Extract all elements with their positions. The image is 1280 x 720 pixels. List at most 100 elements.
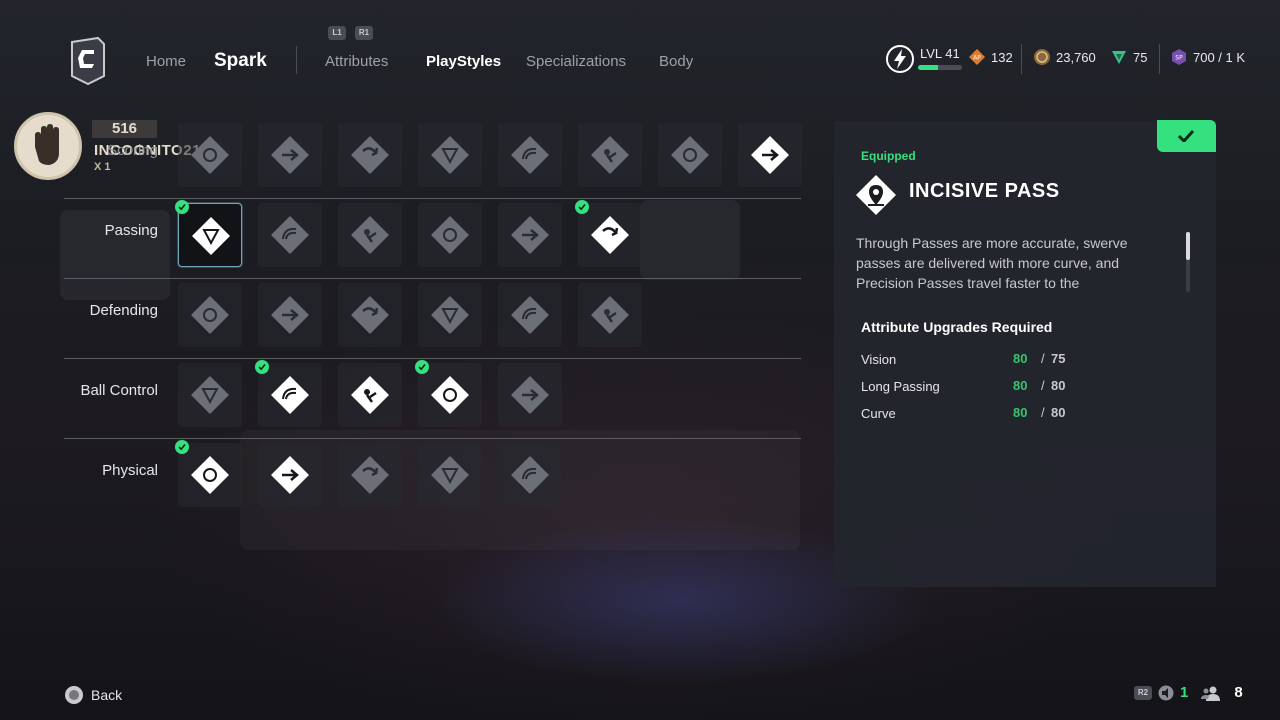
row-label: Passing [104, 222, 158, 239]
playstyle-tile[interactable] [258, 443, 322, 507]
tab-playstyles[interactable]: PlayStyles [426, 53, 501, 70]
player-multiplier: X 1 [94, 161, 111, 173]
playstyle-tile[interactable] [578, 123, 642, 187]
row-divider [64, 438, 801, 439]
row-divider [64, 278, 801, 279]
attribute-current: 80 [1013, 351, 1028, 366]
row-label: Physical [102, 462, 158, 479]
coin-icon [1034, 49, 1050, 65]
row-label: Scoring [107, 142, 158, 159]
playstyle-tile[interactable] [178, 363, 242, 427]
tab-attributes[interactable]: Attributes [325, 53, 388, 70]
tiki-taka-icon [431, 216, 469, 254]
playstyle-title: INCISIVE PASS [909, 180, 1060, 202]
long-ball-pass-icon [351, 216, 389, 254]
equipped-check-icon [415, 360, 429, 374]
playstyle-tile[interactable] [258, 123, 322, 187]
playstyle-tile[interactable] [658, 123, 722, 187]
coins-value: 23,760 [1056, 49, 1096, 65]
app-logo [68, 36, 108, 86]
power-header-icon [511, 136, 549, 174]
power-shot-icon [351, 136, 389, 174]
tab-specializations[interactable]: Specializations [526, 53, 626, 70]
playstyle-tile[interactable] [498, 123, 562, 187]
tab-body[interactable]: Body [659, 53, 693, 70]
playstyle-tile[interactable] [178, 443, 242, 507]
quick-step-icon [191, 456, 229, 494]
incisive-pass-icon [854, 173, 898, 222]
playstyle-tile[interactable] [498, 283, 562, 347]
attribute-required: 80 [1051, 378, 1066, 393]
playstyle-tile[interactable] [418, 283, 482, 347]
r2-button-icon: R2 [1134, 685, 1152, 700]
bruiser-icon [591, 296, 629, 334]
playstyle-tile[interactable] [498, 363, 562, 427]
ap-icon: AP [969, 49, 985, 65]
dead-ball-icon [431, 136, 469, 174]
row-divider [64, 358, 801, 359]
playstyle-tile[interactable] [738, 123, 802, 187]
playstyle-tile[interactable] [498, 203, 562, 267]
playstyle-tile[interactable] [338, 443, 402, 507]
playstyle-tile[interactable] [338, 123, 402, 187]
playstyle-tile[interactable] [418, 203, 482, 267]
playstyle-tile[interactable] [258, 363, 322, 427]
attribute-current: 80 [1013, 405, 1028, 420]
playstyle-tile[interactable] [178, 283, 242, 347]
party-icon [1201, 686, 1221, 701]
whipped-pass-icon [511, 216, 549, 254]
playstyle-tile[interactable] [178, 203, 242, 267]
finesse-shot-icon [191, 136, 229, 174]
playstyle-tile[interactable] [578, 203, 642, 267]
nav-spark[interactable]: Spark [214, 50, 267, 72]
circle-button-icon [65, 686, 83, 704]
playstyle-tile[interactable] [498, 443, 562, 507]
sp-value: 700 / 1 K [1193, 49, 1246, 65]
bumper-l1: L1 [328, 26, 346, 40]
equip-toggle[interactable] [1157, 120, 1216, 152]
playstyle-tile[interactable] [418, 123, 482, 187]
ap-value: 132 [991, 49, 1013, 65]
block-icon [271, 296, 309, 334]
playstyle-tile[interactable] [178, 123, 242, 187]
attribute-separator: / [1041, 351, 1045, 366]
trickster-shot-icon [671, 136, 709, 174]
token-icon [1112, 51, 1126, 64]
playstyle-tile[interactable] [418, 363, 482, 427]
attribute-required: 75 [1051, 351, 1066, 366]
level-label: LVL 41 [920, 46, 960, 61]
attribute-required: 80 [1051, 405, 1066, 420]
relentless-icon [271, 456, 309, 494]
attribute-separator: / [1041, 378, 1045, 393]
playstyle-tile[interactable] [258, 283, 322, 347]
chip-shot-icon [271, 136, 309, 174]
playstyle-tile[interactable] [338, 203, 402, 267]
description-scroll-thumb[interactable] [1186, 232, 1190, 260]
aerial-icon [351, 456, 389, 494]
nav-divider [296, 46, 297, 74]
sp-balance[interactable]: SP 700 / 1 K [1170, 48, 1245, 66]
rapid-icon [271, 376, 309, 414]
row-label: Ball Control [80, 382, 158, 399]
playstyle-tile[interactable] [338, 363, 402, 427]
count-b: 8 [1234, 684, 1243, 701]
acrobatic-icon [591, 136, 629, 174]
back-label: Back [91, 687, 123, 703]
player-count: 516 [92, 120, 158, 138]
ap-balance[interactable]: AP 132 [968, 48, 1013, 66]
playstyle-tile[interactable] [258, 203, 322, 267]
back-button[interactable]: Back [65, 686, 122, 704]
footer-status: R2 1 8 [1134, 684, 1243, 701]
tokens-balance[interactable]: 75 [1110, 48, 1147, 66]
playstyle-tile[interactable] [418, 443, 482, 507]
playstyle-description: Through Passes are more accurate, swerve… [856, 235, 1128, 291]
attribute-name: Vision [861, 352, 897, 367]
bumper-r1: R1 [355, 26, 373, 40]
playstyle-tile[interactable] [578, 283, 642, 347]
equipped-check-icon [175, 200, 189, 214]
nav-home[interactable]: Home [146, 53, 186, 70]
equipped-check-icon [255, 360, 269, 374]
playstyle-tile[interactable] [338, 283, 402, 347]
equipped-check-icon [575, 200, 589, 214]
coins-balance[interactable]: 23,760 [1033, 48, 1096, 66]
